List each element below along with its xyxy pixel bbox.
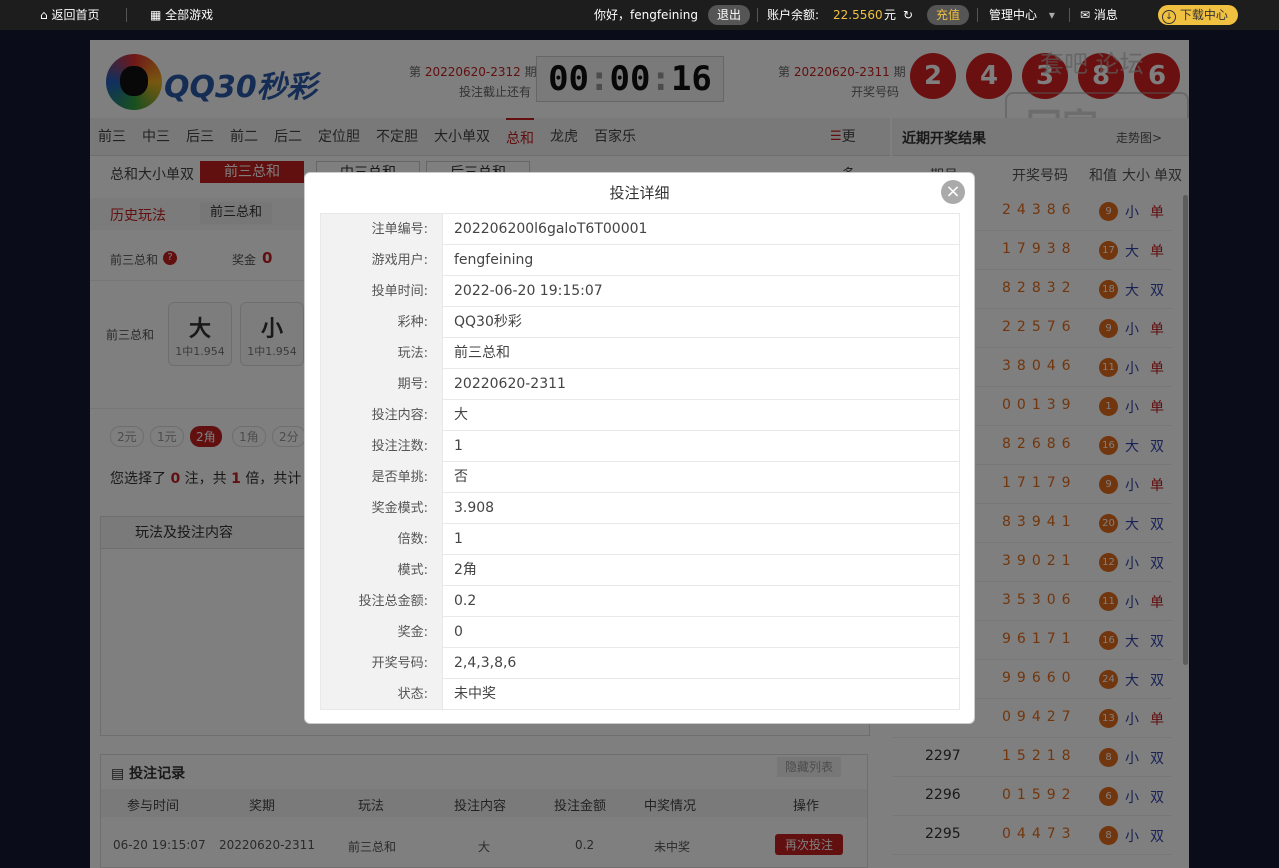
detail-value: 2,4,3,8,6 (454, 655, 517, 671)
chevron-down-icon: ▾ (1048, 8, 1055, 22)
detail-value: 2角 (454, 562, 477, 578)
detail-value: 0 (454, 624, 463, 640)
detail-row: 投注内容: 大 (321, 400, 959, 431)
balance-unit: 元 (884, 8, 897, 22)
detail-row: 投单时间: 2022-06-20 19:15:07 (321, 276, 959, 307)
detail-value: 3.908 (454, 500, 495, 516)
messages-link[interactable]: ✉ 消息 (1080, 0, 1118, 30)
detail-key: 奖金: (321, 617, 443, 648)
all-games-link[interactable]: ▦ 全部游戏 (150, 0, 213, 30)
refresh-icon[interactable]: ↻ (903, 0, 913, 30)
detail-row: 游戏用户: fengfeining (321, 245, 959, 276)
manage-menu[interactable]: 管理中心 ▾ (989, 0, 1055, 30)
top-bar: ⌂ 返回首页 ▦ 全部游戏 你好，fengfeining 退出 账户余额: 22… (0, 0, 1279, 30)
detail-key: 玩法: (321, 338, 443, 369)
detail-row: 玩法: 前三总和 (321, 338, 959, 369)
balance-value: 22.5560 (833, 8, 883, 22)
modal-title: 投注详细 (609, 184, 670, 202)
detail-row: 投注注数: 1 (321, 431, 959, 462)
detail-key: 状态: (321, 679, 443, 709)
detail-value: 否 (454, 469, 468, 485)
detail-key: 倍数: (321, 524, 443, 555)
detail-row: 注单编号: 202206200l6galoT6T00001 (321, 214, 959, 245)
detail-row: 奖金模式: 3.908 (321, 493, 959, 524)
detail-key: 游戏用户: (321, 245, 443, 276)
detail-key: 投注总金额: (321, 586, 443, 617)
logout-button[interactable]: 退出 (708, 5, 751, 25)
detail-row: 期号: 20220620-2311 (321, 369, 959, 400)
detail-value: QQ30秒彩 (454, 314, 522, 330)
all-games-label: 全部游戏 (165, 8, 214, 22)
detail-row: 奖金: 0 (321, 617, 959, 648)
detail-key: 模式: (321, 555, 443, 586)
detail-row: 开奖号码: 2,4,3,8,6 (321, 648, 959, 679)
detail-value: 大 (454, 407, 468, 423)
detail-row: 模式: 2角 (321, 555, 959, 586)
recharge-button[interactable]: 充值 (927, 5, 970, 25)
download-icon: ↓ (1162, 10, 1176, 24)
greeting: 你好，fengfeining (594, 8, 698, 22)
home-label: 返回首页 (51, 8, 100, 22)
detail-row: 投注总金额: 0.2 (321, 586, 959, 617)
download-label: 下载中心 (1179, 8, 1228, 22)
balance-label: 账户余额: (767, 8, 820, 22)
detail-key: 期号: (321, 369, 443, 400)
detail-value: 2022-06-20 19:15:07 (454, 283, 603, 299)
mail-icon: ✉ (1080, 8, 1091, 22)
detail-key: 投单时间: (321, 276, 443, 307)
detail-value: 1 (454, 438, 463, 454)
messages-label: 消息 (1093, 8, 1118, 22)
detail-key: 投注内容: (321, 400, 443, 431)
detail-value: 1 (454, 531, 463, 547)
detail-value: 未中奖 (454, 686, 496, 702)
detail-row: 是否单挑: 否 (321, 462, 959, 493)
detail-key: 注单编号: (321, 214, 443, 245)
detail-key: 彩种: (321, 307, 443, 338)
detail-key: 开奖号码: (321, 648, 443, 679)
detail-row: 倍数: 1 (321, 524, 959, 555)
detail-table: 注单编号: 202206200l6galoT6T00001 游戏用户: fengfei… (320, 213, 960, 710)
detail-value: 202206200l6galoT6T00001 (454, 221, 648, 237)
detail-value: fengfeining (454, 252, 534, 268)
detail-value: 前三总和 (454, 345, 510, 361)
detail-key: 奖金模式: (321, 493, 443, 524)
detail-row: 彩种: QQ30秒彩 (321, 307, 959, 338)
download-button[interactable]: ↓ 下载中心 (1158, 5, 1238, 25)
detail-value: 0.2 (454, 593, 477, 609)
close-icon[interactable]: × (941, 180, 965, 204)
bet-detail-modal: 投注详细 × 注单编号: 202206200l6galoT6T00001 游戏用户:… (304, 172, 975, 724)
home-icon: ⌂ (40, 8, 48, 22)
detail-key: 投注注数: (321, 431, 443, 462)
detail-key: 是否单挑: (321, 462, 443, 493)
grid-icon: ▦ (150, 8, 162, 22)
detail-row: 状态: 未中奖 (321, 679, 959, 709)
detail-value: 20220620-2311 (454, 376, 566, 392)
manage-label: 管理中心 (989, 8, 1038, 22)
home-link[interactable]: ⌂ 返回首页 (40, 0, 99, 30)
